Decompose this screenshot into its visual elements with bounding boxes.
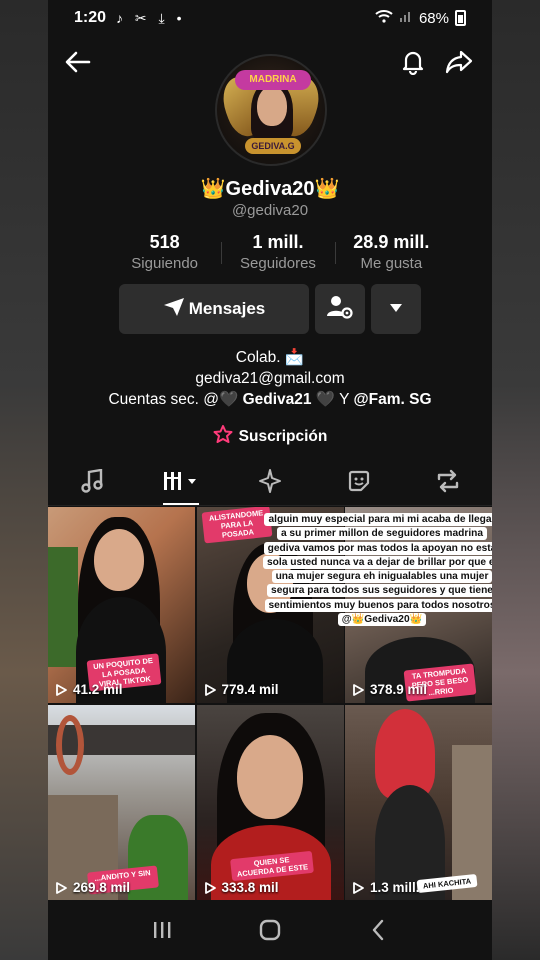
stat-value: 518 [149, 232, 180, 252]
crown-icon-right: 👑 [314, 178, 340, 200]
bio-sec-prefix: Cuentas sec. @🖤 [108, 391, 243, 408]
stat-likes[interactable]: 28.9 mill. Me gusta [334, 232, 448, 276]
view-count-text: 779.4 mil [221, 682, 279, 697]
system-nav-bar [48, 900, 492, 960]
tab-music[interactable] [48, 462, 137, 505]
person-face [236, 735, 303, 819]
stat-followers[interactable]: 1 mill. Seguidores [221, 232, 334, 276]
overlay-caption: alguin muy especial para mi mi acaba de … [263, 513, 492, 627]
share-icon[interactable] [441, 44, 477, 80]
view-count-text: 1.3 mill. [370, 880, 420, 895]
subscription-label: Suscripción [238, 427, 328, 445]
avatar[interactable]: MADRINA GEDIVA.G [215, 54, 327, 166]
action-buttons: Mensajes [119, 284, 421, 334]
view-count-text: 269.8 mil [73, 880, 131, 895]
wifi-icon [375, 9, 393, 27]
messages-button-label: Mensajes [188, 299, 266, 318]
view-count-text: 378.9 mil [370, 682, 428, 697]
avatar-face [257, 86, 287, 126]
video-thumbnail[interactable]: AHI KACHITA 1.3 mill. [345, 705, 492, 901]
battery-icon [455, 10, 466, 26]
play-icon [56, 683, 67, 696]
back-nav-icon[interactable] [358, 910, 398, 950]
stat-following[interactable]: 518 Siguiendo [108, 232, 221, 276]
profile-name: 👑Gediva20👑 [48, 176, 492, 201]
battery-percent: 68% [418, 9, 449, 27]
stat-value: 28.9 mill. [353, 232, 430, 252]
tab-videos[interactable] [137, 462, 226, 505]
bio-sec-account-2[interactable]: @Fam. SG [354, 391, 432, 408]
triangle-down-icon [389, 300, 403, 318]
sign-decoration [56, 715, 84, 775]
play-icon [353, 881, 364, 894]
notification-icons: ♪ ✂ ⤓ • [116, 9, 186, 26]
bio-sec-account-1[interactable]: Gediva21 [243, 391, 312, 408]
play-icon [204, 881, 216, 894]
play-icon [56, 881, 67, 894]
subscription-star-icon [213, 425, 233, 448]
repost-icon [435, 469, 461, 498]
signal-icon [399, 9, 413, 27]
sticker-icon [347, 469, 371, 498]
stat-label: Me gusta [360, 255, 423, 272]
user-gear-icon [326, 294, 354, 325]
video-thumbnail[interactable]: UN POQUITO DE LA POSADA VIRAL TIKTOK 41.… [48, 507, 195, 703]
view-count: 41.2 mil [56, 682, 123, 697]
view-count: 1.3 mill. [353, 880, 420, 895]
play-icon [204, 683, 216, 696]
status-bar: 1:20 ♪ ✂ ⤓ • 68% [48, 0, 492, 36]
tab-reposts[interactable] [403, 462, 492, 505]
video-thumbnail[interactable]: QUIEN SE ACUERDA DE ESTE 333.8 mil [196, 705, 344, 901]
recent-apps-icon[interactable] [142, 910, 182, 950]
sparkle-icon [257, 468, 283, 499]
more-dropdown-button[interactable] [371, 284, 421, 334]
send-icon [163, 297, 185, 322]
view-count-text: 41.2 mil [73, 682, 123, 697]
tab-stickers[interactable] [314, 462, 403, 505]
view-count: 378.9 mil [353, 682, 427, 697]
tab-sparkle[interactable] [226, 462, 315, 505]
plant-decoration [48, 547, 78, 667]
bio-email[interactable]: gediva21@gmail.com [48, 368, 492, 389]
music-icon [81, 468, 104, 498]
overlay-caption-text: alguin muy especial para mi mi acaba de … [263, 513, 492, 627]
stat-label: Seguidores [240, 255, 316, 272]
avatar-top-banner: MADRINA [235, 70, 311, 90]
status-right: 68% [375, 9, 466, 27]
video-caption: ALISTANDOME PARA LA POSADA [201, 507, 272, 544]
bell-icon[interactable] [395, 44, 431, 80]
profile-handle: @gediva20 [231, 202, 309, 219]
video-thumbnail[interactable]: ...ANDITO Y SIN ... 269.8 mil [48, 705, 195, 901]
subscription-link[interactable]: Suscripción [48, 425, 492, 448]
right-background-blur [492, 0, 540, 960]
phone-screen: 1:20 ♪ ✂ ⤓ • 68% MADRINA GEDIVA.G 👑Gediv… [48, 0, 492, 960]
home-icon[interactable] [250, 910, 290, 950]
profile-stats: 518 Siguiendo 1 mill. Seguidores 28.9 mi… [108, 232, 448, 276]
crown-icon-left: 👑 [200, 178, 226, 200]
view-count: 779.4 mil [204, 682, 279, 697]
view-count: 269.8 mil [56, 880, 130, 895]
bio-collab-line: Colab. 📩 [235, 349, 305, 366]
left-background-blur [0, 0, 48, 960]
videos-grid-icon [163, 471, 199, 496]
stat-label: Siguiendo [131, 255, 199, 272]
profile-tabs [48, 462, 492, 506]
back-arrow-icon[interactable] [60, 44, 96, 80]
status-time: 1:20 [74, 9, 107, 26]
stat-value: 1 mill. [252, 232, 304, 252]
avatar-bottom-banner: GEDIVA.G [245, 138, 301, 154]
bio-sec-mid: 🖤 Y [311, 391, 354, 408]
person-face [94, 529, 144, 591]
profile-bio: Colab. 📩 gediva21@gmail.com Cuentas sec.… [48, 347, 492, 410]
view-count: 333.8 mil [204, 880, 279, 895]
bio-secondary-accounts: Cuentas sec. @🖤 Gediva21 🖤 Y @Fam. SG [48, 389, 492, 410]
display-name: Gediva20 [225, 178, 315, 200]
view-count-text: 333.8 mil [221, 880, 279, 895]
user-settings-button[interactable] [315, 284, 365, 334]
play-icon [353, 683, 364, 696]
messages-button[interactable]: Mensajes [119, 284, 309, 334]
